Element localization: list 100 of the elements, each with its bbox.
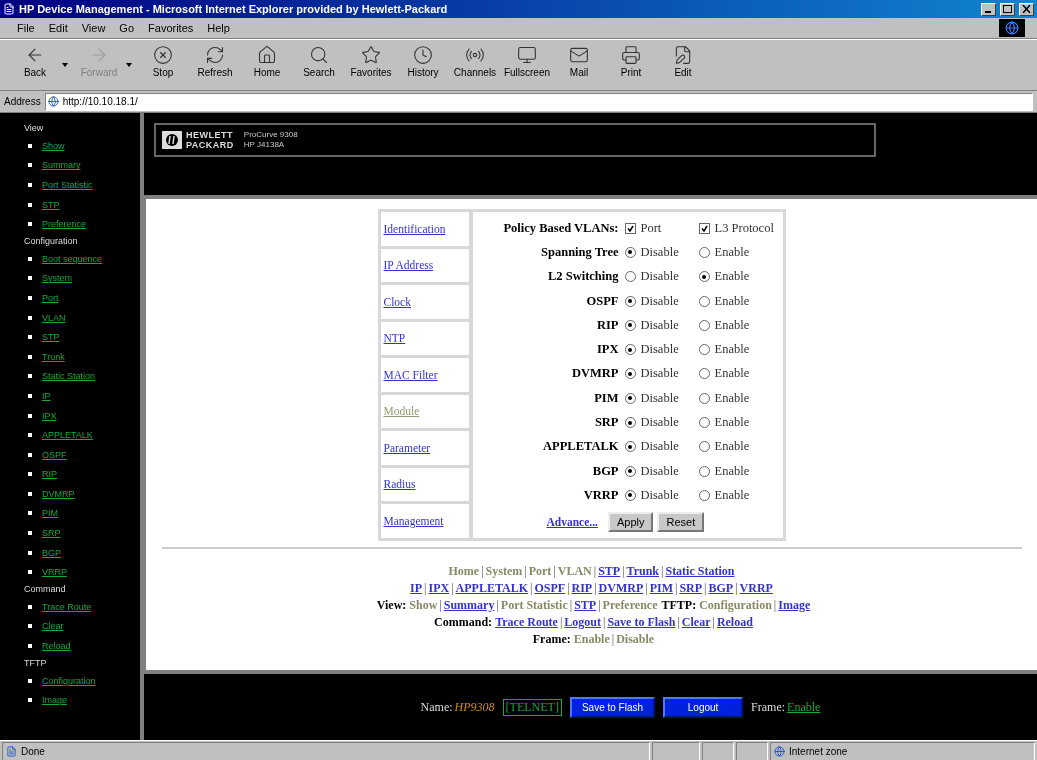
footer-text: Configuration (699, 596, 772, 614)
bullet-icon (28, 644, 32, 649)
toolbar-button[interactable]: Search (294, 43, 344, 87)
section-link[interactable]: Management (380, 504, 469, 538)
link-separator: | (597, 596, 602, 614)
address-field[interactable]: http://10.10.18.1/ (44, 92, 1033, 111)
close-button[interactable] (1019, 2, 1034, 16)
section-link[interactable]: MAC Filter (380, 358, 469, 392)
toolbar-button[interactable]: Refresh (190, 43, 240, 87)
sidebar-link[interactable]: STP (42, 199, 60, 210)
footer-link[interactable]: STP (598, 562, 621, 580)
sidebar-link[interactable]: SRP (42, 528, 61, 539)
footer-link[interactable]: Image (778, 596, 811, 614)
status-panel (652, 742, 700, 760)
sidebar-link[interactable]: Preference (42, 219, 87, 230)
frame-link[interactable]: Enable (787, 699, 821, 715)
setting-label: SRP (593, 415, 620, 430)
menu-item[interactable]: Help (202, 22, 235, 34)
toolbar-button[interactable]: Channels (450, 43, 500, 87)
checkbox[interactable] (624, 222, 636, 234)
dropdown-caret-icon[interactable] (62, 63, 68, 67)
footer-text: Show (409, 596, 438, 614)
section-link[interactable]: Identification (380, 212, 469, 246)
form-button[interactable]: Reset (657, 511, 705, 532)
sidebar-link[interactable]: IPX (42, 410, 57, 421)
sidebar-link[interactable]: IP (42, 390, 51, 401)
footer-link[interactable]: APPLETALK (455, 579, 529, 597)
name-label: Name: (420, 699, 453, 715)
checkbox[interactable] (698, 222, 710, 234)
footer-text: Preference (602, 596, 658, 614)
section-link[interactable]: NTP (380, 321, 469, 355)
maximize-button[interactable] (1000, 2, 1015, 16)
action-button[interactable]: Logout (663, 696, 744, 718)
sidebar-link[interactable]: Image (42, 695, 67, 706)
sidebar-link[interactable]: RIP (42, 469, 57, 480)
footer-link[interactable]: Logout (564, 613, 601, 631)
sidebar-link[interactable]: Clear (42, 621, 64, 632)
status-text: Done (2, 742, 650, 760)
menu-item[interactable]: View (76, 22, 111, 34)
footer-link[interactable]: VRRP (739, 579, 773, 597)
footer-link[interactable]: STP (574, 596, 597, 614)
footer-link[interactable]: Trace Route (495, 613, 558, 631)
sidebar-link[interactable]: DVMRP (42, 488, 75, 499)
toolbar-button[interactable]: History (398, 43, 448, 87)
sidebar-link[interactable]: PIM (42, 508, 58, 519)
footer-link[interactable]: Summary (443, 596, 495, 614)
footer-link[interactable]: Trunk (626, 562, 660, 580)
sidebar-link[interactable]: Show (42, 140, 65, 151)
sidebar-link[interactable]: APPLETALK (42, 430, 93, 441)
sidebar-link[interactable]: Trace Route (42, 601, 92, 612)
sidebar-link[interactable]: System (42, 273, 72, 284)
footer-link[interactable]: IP (410, 579, 423, 597)
sidebar-link[interactable]: OSPF (42, 449, 67, 460)
toolbar-button[interactable]: Print (606, 43, 656, 87)
menu-item[interactable]: File (12, 22, 40, 34)
sidebar-link[interactable]: Trunk (42, 351, 65, 362)
sidebar-link[interactable]: Port (42, 292, 59, 303)
toolbar-button[interactable]: Fullscreen (502, 43, 552, 87)
menu-item[interactable]: Edit (43, 22, 73, 34)
link-separator: | (423, 579, 428, 597)
footer-link[interactable]: Clear (681, 613, 711, 631)
sidebar-link[interactable]: Static Station (42, 371, 96, 382)
form-button[interactable]: Apply (607, 511, 654, 532)
sidebar-link[interactable]: Boot sequence (42, 253, 103, 264)
footer-link[interactable]: SRP (679, 579, 703, 597)
minimize-button[interactable] (981, 2, 996, 16)
link-separator: | (593, 579, 598, 597)
sidebar-link[interactable]: Reload (42, 641, 71, 652)
section-link[interactable]: Radius (380, 467, 469, 501)
section-link[interactable]: IP Address (380, 248, 469, 282)
footer-link[interactable]: IPX (428, 579, 450, 597)
toolbar-button[interactable]: Home (242, 43, 292, 87)
footer-link[interactable]: Static Station (665, 562, 735, 580)
sidebar-link[interactable]: BGP (42, 547, 61, 558)
sidebar-link[interactable]: STP (42, 332, 60, 343)
section-link[interactable]: Clock (380, 285, 469, 319)
toolbar-button[interactable]: Stop (138, 43, 188, 87)
footer-link[interactable]: DVMRP (598, 579, 644, 597)
sidebar-link[interactable]: VLAN (42, 312, 66, 323)
menu-item[interactable]: Favorites (143, 22, 199, 34)
menu-item[interactable]: Go (114, 22, 140, 34)
footer-link[interactable]: Reload (716, 613, 753, 631)
advance-link[interactable]: Advance... (546, 515, 598, 528)
sidebar-link[interactable]: VRRP (42, 567, 67, 578)
section-link[interactable]: Parameter (380, 431, 469, 465)
bullet-icon (28, 183, 32, 187)
footer-link[interactable]: BGP (708, 579, 734, 597)
toolbar-button[interactable]: Favorites (346, 43, 396, 87)
footer-link[interactable]: OSPF (534, 579, 566, 597)
toolbar-button[interactable]: Back (10, 43, 60, 87)
footer-link[interactable]: RIP (571, 579, 593, 597)
action-button[interactable]: Save to Flash (569, 696, 656, 718)
page-icon (6, 746, 17, 757)
footer-link[interactable]: Save to Flash (607, 613, 676, 631)
footer-link[interactable]: PIM (649, 579, 673, 597)
sidebar-link[interactable]: Port Statistic (42, 180, 93, 190)
toolbar-button[interactable]: Edit (658, 43, 708, 87)
toolbar-button[interactable]: Mail (554, 43, 604, 87)
sidebar-link[interactable]: Configuration (42, 675, 96, 686)
sidebar-link[interactable]: Summary (42, 160, 81, 171)
